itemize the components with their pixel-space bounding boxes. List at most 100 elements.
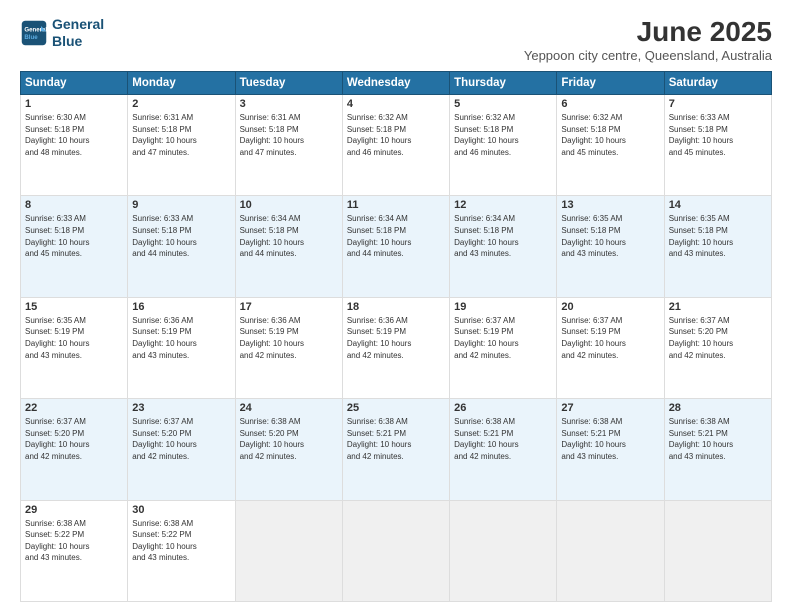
- table-row: [450, 500, 557, 601]
- day-info: Sunrise: 6:32 AM Sunset: 5:18 PM Dayligh…: [561, 112, 659, 158]
- day-number: 29: [25, 504, 123, 516]
- col-wednesday: Wednesday: [342, 72, 449, 95]
- day-number: 4: [347, 98, 445, 110]
- col-saturday: Saturday: [664, 72, 771, 95]
- day-info: Sunrise: 6:34 AM Sunset: 5:18 PM Dayligh…: [347, 213, 445, 259]
- day-number: 11: [347, 199, 445, 211]
- table-row: 7 Sunrise: 6:33 AM Sunset: 5:18 PM Daylig…: [664, 95, 771, 196]
- title-block: June 2025 Yeppoon city centre, Queenslan…: [524, 16, 772, 63]
- day-number: 1: [25, 98, 123, 110]
- table-row: 1 Sunrise: 6:30 AM Sunset: 5:18 PM Daylig…: [21, 95, 128, 196]
- day-info: Sunrise: 6:37 AM Sunset: 5:19 PM Dayligh…: [561, 315, 659, 361]
- day-number: 14: [669, 199, 767, 211]
- table-row: 4 Sunrise: 6:32 AM Sunset: 5:18 PM Daylig…: [342, 95, 449, 196]
- table-row: 13 Sunrise: 6:35 AM Sunset: 5:18 PM Dayli…: [557, 196, 664, 297]
- day-number: 5: [454, 98, 552, 110]
- svg-text:Blue: Blue: [24, 34, 38, 41]
- day-number: 7: [669, 98, 767, 110]
- table-row: 23 Sunrise: 6:37 AM Sunset: 5:20 PM Dayli…: [128, 399, 235, 500]
- table-row: 18Sunrise: 6:36 AM Sunset: 5:19 PM Dayli…: [342, 297, 449, 398]
- day-info: Sunrise: 6:30 AM Sunset: 5:18 PM Dayligh…: [25, 112, 123, 158]
- logo: General Blue General Blue: [20, 16, 104, 50]
- table-row: 12 Sunrise: 6:34 AM Sunset: 5:18 PM Dayli…: [450, 196, 557, 297]
- day-number: 10: [240, 199, 338, 211]
- subtitle: Yeppoon city centre, Queensland, Austral…: [524, 48, 772, 63]
- day-info: Sunrise: 6:37 AM Sunset: 5:20 PM Dayligh…: [669, 315, 767, 361]
- day-info: Sunrise: 6:32 AM Sunset: 5:18 PM Dayligh…: [454, 112, 552, 158]
- day-info: Sunrise: 6:31 AM Sunset: 5:18 PM Dayligh…: [240, 112, 338, 158]
- table-row: [342, 500, 449, 601]
- table-row: 3 Sunrise: 6:31 AM Sunset: 5:18 PM Daylig…: [235, 95, 342, 196]
- table-row: 15 Sunrise: 6:35 AM Sunset: 5:19 PM Dayli…: [21, 297, 128, 398]
- day-number: 21: [669, 301, 767, 313]
- table-row: 22 Sunrise: 6:37 AM Sunset: 5:20 PM Dayli…: [21, 399, 128, 500]
- main-title: June 2025: [524, 16, 772, 48]
- table-row: 30Sunrise: 6:38 AM Sunset: 5:22 PM Dayli…: [128, 500, 235, 601]
- day-info: Sunrise: 6:36 AM Sunset: 5:19 PM Dayligh…: [132, 315, 230, 361]
- day-number: 9: [132, 199, 230, 211]
- day-info: Sunrise: 6:38 AM Sunset: 5:21 PM Dayligh…: [669, 416, 767, 462]
- col-friday: Friday: [557, 72, 664, 95]
- day-number: 22: [25, 402, 123, 414]
- day-info: Sunrise: 6:36 AM Sunset: 5:19 PM Dayligh…: [347, 315, 445, 361]
- page: General Blue General Blue June 2025 Yepp…: [0, 0, 792, 612]
- day-info: Sunrise: 6:34 AM Sunset: 5:18 PM Dayligh…: [240, 213, 338, 259]
- day-info: Sunrise: 6:35 AM Sunset: 5:19 PM Dayligh…: [25, 315, 123, 361]
- col-tuesday: Tuesday: [235, 72, 342, 95]
- day-info: Sunrise: 6:37 AM Sunset: 5:20 PM Dayligh…: [25, 416, 123, 462]
- day-number: 12: [454, 199, 552, 211]
- day-info: Sunrise: 6:38 AM Sunset: 5:22 PM Dayligh…: [25, 518, 123, 564]
- table-row: [557, 500, 664, 601]
- calendar-week-row: 15 Sunrise: 6:35 AM Sunset: 5:19 PM Dayli…: [21, 297, 772, 398]
- day-info: Sunrise: 6:37 AM Sunset: 5:20 PM Dayligh…: [132, 416, 230, 462]
- table-row: 6 Sunrise: 6:32 AM Sunset: 5:18 PM Daylig…: [557, 95, 664, 196]
- calendar-week-row: 22 Sunrise: 6:37 AM Sunset: 5:20 PM Dayli…: [21, 399, 772, 500]
- table-row: 14 Sunrise: 6:35 AM Sunset: 5:18 PM Dayli…: [664, 196, 771, 297]
- day-number: 8: [25, 199, 123, 211]
- col-monday: Monday: [128, 72, 235, 95]
- table-row: 19 Sunrise: 6:37 AM Sunset: 5:19 PM Dayli…: [450, 297, 557, 398]
- table-row: 10 Sunrise: 6:34 AM Sunset: 5:18 PM Dayli…: [235, 196, 342, 297]
- day-info: Sunrise: 6:35 AM Sunset: 5:18 PM Dayligh…: [669, 213, 767, 259]
- logo-line1: General: [52, 16, 104, 32]
- table-row: 9Sunrise: 6:33 AM Sunset: 5:18 PM Daylig…: [128, 196, 235, 297]
- day-info: Sunrise: 6:38 AM Sunset: 5:21 PM Dayligh…: [347, 416, 445, 462]
- day-number: 28: [669, 402, 767, 414]
- calendar-header-row: Sunday Monday Tuesday Wednesday Thursday…: [21, 72, 772, 95]
- header: General Blue General Blue June 2025 Yepp…: [20, 16, 772, 63]
- day-info: Sunrise: 6:32 AM Sunset: 5:18 PM Dayligh…: [347, 112, 445, 158]
- day-info: Sunrise: 6:33 AM Sunset: 5:18 PM Dayligh…: [669, 112, 767, 158]
- day-info: Sunrise: 6:34 AM Sunset: 5:18 PM Dayligh…: [454, 213, 552, 259]
- day-number: 27: [561, 402, 659, 414]
- table-row: [235, 500, 342, 601]
- day-number: 23: [132, 402, 230, 414]
- day-info: Sunrise: 6:33 AM Sunset: 5:18 PM Dayligh…: [25, 213, 123, 259]
- table-row: 28 Sunrise: 6:38 AM Sunset: 5:21 PM Dayli…: [664, 399, 771, 500]
- day-number: 16: [132, 301, 230, 313]
- day-info: Sunrise: 6:31 AM Sunset: 5:18 PM Dayligh…: [132, 112, 230, 158]
- col-sunday: Sunday: [21, 72, 128, 95]
- day-number: 6: [561, 98, 659, 110]
- logo-line2: Blue: [52, 33, 82, 49]
- calendar-week-row: 8 Sunrise: 6:33 AM Sunset: 5:18 PM Daylig…: [21, 196, 772, 297]
- col-thursday: Thursday: [450, 72, 557, 95]
- day-number: 15: [25, 301, 123, 313]
- table-row: 16 Sunrise: 6:36 AM Sunset: 5:19 PM Dayli…: [128, 297, 235, 398]
- table-row: 11 Sunrise: 6:34 AM Sunset: 5:18 PM Dayli…: [342, 196, 449, 297]
- day-info: Sunrise: 6:35 AM Sunset: 5:18 PM Dayligh…: [561, 213, 659, 259]
- day-number: 25: [347, 402, 445, 414]
- table-row: 2 Sunrise: 6:31 AM Sunset: 5:18 PM Daylig…: [128, 95, 235, 196]
- day-info: Sunrise: 6:37 AM Sunset: 5:19 PM Dayligh…: [454, 315, 552, 361]
- day-number: 19: [454, 301, 552, 313]
- table-row: 8 Sunrise: 6:33 AM Sunset: 5:18 PM Daylig…: [21, 196, 128, 297]
- table-row: 20Sunrise: 6:37 AM Sunset: 5:19 PM Dayli…: [557, 297, 664, 398]
- table-row: 29 Sunrise: 6:38 AM Sunset: 5:22 PM Dayli…: [21, 500, 128, 601]
- day-info: Sunrise: 6:36 AM Sunset: 5:19 PM Dayligh…: [240, 315, 338, 361]
- day-number: 3: [240, 98, 338, 110]
- table-row: [664, 500, 771, 601]
- day-number: 2: [132, 98, 230, 110]
- day-number: 13: [561, 199, 659, 211]
- day-info: Sunrise: 6:38 AM Sunset: 5:20 PM Dayligh…: [240, 416, 338, 462]
- table-row: 26Sunrise: 6:38 AM Sunset: 5:21 PM Dayli…: [450, 399, 557, 500]
- table-row: 5 Sunrise: 6:32 AM Sunset: 5:18 PM Daylig…: [450, 95, 557, 196]
